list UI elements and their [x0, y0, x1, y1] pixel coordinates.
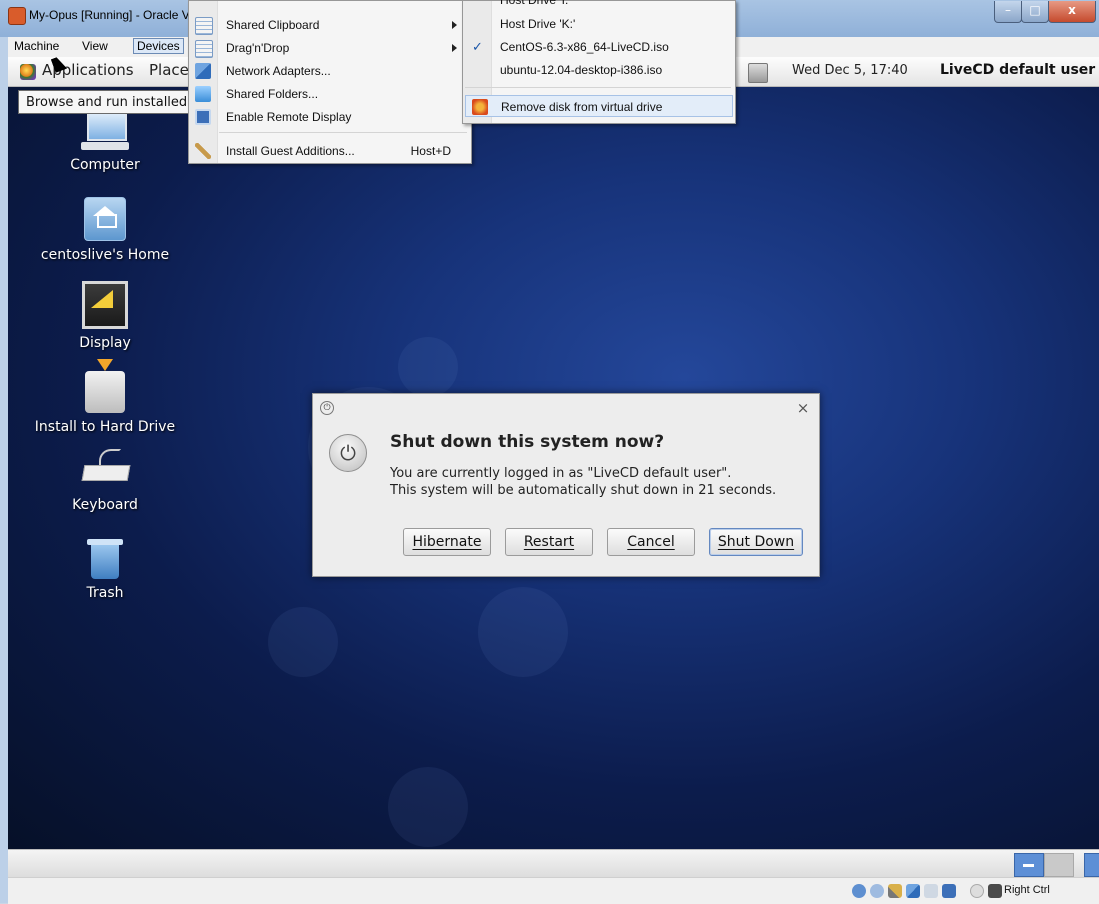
minimize-button[interactable]: –: [994, 1, 1022, 23]
menu-item-shortcut: Host+D: [410, 144, 451, 158]
menu-item-label: Host Drive 'K:': [500, 17, 576, 31]
display-status-icon[interactable]: [942, 884, 956, 898]
menu-separator: [465, 87, 731, 88]
menu-item-centos-iso[interactable]: ✓ CentOS-6.3-x86_64-LiveCD.iso: [463, 36, 735, 58]
wallpaper-bubble: [478, 587, 568, 677]
menu-item-label: Shared Folders...: [226, 87, 319, 101]
menu-item-shared-folders[interactable]: Shared Folders...: [189, 83, 471, 105]
host-key-label: Right Ctrl: [1004, 884, 1050, 896]
mouse-integration-icon[interactable]: [970, 884, 984, 898]
usb-icon[interactable]: [888, 884, 902, 898]
desktop-icon-install[interactable]: Install to Hard Drive: [20, 359, 190, 435]
keyboard-icon: [81, 449, 131, 491]
wallpaper-bubble: [398, 337, 458, 397]
network-icon[interactable]: [906, 884, 920, 898]
panel-clock[interactable]: Wed Dec 5, 17:40: [792, 63, 908, 78]
menu-item-label: Network Adapters...: [226, 64, 331, 78]
vbox-statusbar: Right Ctrl: [8, 877, 1099, 904]
gnome-foot-icon: [20, 64, 36, 80]
desktop-icon-label: Display: [79, 335, 131, 351]
cd-devices-submenu: Host Drive 'I:' Host Drive 'K:' ✓ CentOS…: [462, 0, 736, 124]
menu-item-host-drive-i[interactable]: Host Drive 'I:': [463, 0, 735, 11]
menu-item-network-adapters[interactable]: Network Adapters...: [189, 60, 471, 82]
menu-item-remote-display[interactable]: Enable Remote Display: [189, 106, 471, 128]
network-status-icon[interactable]: [748, 63, 768, 83]
desktop-icon-label: Install to Hard Drive: [34, 419, 176, 435]
dialog-close-button[interactable]: ×: [795, 400, 811, 416]
menu-item-label: ubuntu-12.04-desktop-i386.iso: [500, 63, 663, 77]
power-icon: ⏻: [329, 434, 367, 472]
dragdrop-icon: [195, 40, 213, 58]
dialog-message-line-2: This system will be automatically shut d…: [390, 483, 777, 498]
menu-item-label: CentOS-6.3-x86_64-LiveCD.iso: [500, 40, 669, 54]
desktop-icon-label: Computer: [70, 157, 140, 173]
places-menu[interactable]: Places: [149, 61, 189, 79]
optical-drive-icon[interactable]: [870, 884, 884, 898]
menu-machine[interactable]: Machine: [10, 38, 63, 54]
desktop-icon-label: Keyboard: [72, 497, 138, 513]
desktop-icon-label: Trash: [86, 585, 124, 601]
restart-button[interactable]: Restart: [505, 528, 593, 556]
devices-menu: Shared Clipboard Drag'n'Drop Network Ada…: [188, 0, 472, 164]
cancel-button[interactable]: Cancel: [607, 528, 695, 556]
window-frame-left: [0, 37, 8, 903]
desktop-icon-label: centoslive's Home: [40, 247, 170, 263]
panel-user-menu[interactable]: LiveCD default user: [940, 62, 1095, 78]
shutdown-dialog: ⏻ × ⏻ Shut down this system now? You are…: [312, 393, 820, 577]
hibernate-button[interactable]: Hibernate: [403, 528, 491, 556]
clipboard-icon: [195, 17, 213, 35]
wallpaper-bubble: [268, 607, 338, 677]
menu-item-label: Host Drive 'I:': [500, 0, 571, 7]
workspace-1[interactable]: [1014, 853, 1044, 877]
menu-item-label: Shared Clipboard: [226, 18, 320, 32]
host-key-arrow-icon: [988, 884, 1002, 898]
desktop-icon-keyboard[interactable]: Keyboard: [20, 449, 190, 513]
desktop-icon-trash[interactable]: Trash: [20, 537, 190, 601]
menu-devices[interactable]: Devices: [133, 38, 184, 54]
display-icon: [82, 281, 128, 329]
menu-view[interactable]: View: [78, 38, 112, 54]
submenu-arrow-icon: [452, 44, 457, 52]
window-title: My-Opus [Running] - Oracle VM VirtualBox: [29, 8, 189, 22]
workspace-2[interactable]: [1044, 853, 1074, 877]
menu-item-remove-disk[interactable]: Remove disk from virtual drive: [465, 95, 733, 117]
install-hdd-icon: [85, 359, 125, 413]
checkmark-icon: ✓: [472, 39, 483, 54]
hard-disk-icon[interactable]: [852, 884, 866, 898]
guest-additions-icon: [195, 143, 211, 159]
computer-icon: [81, 109, 129, 151]
desktop-icon-home[interactable]: centoslive's Home: [20, 197, 190, 263]
dialog-message-line-1: You are currently logged in as "LiveCD d…: [390, 466, 732, 481]
guest-bottom-panel: [8, 849, 1099, 878]
virtualbox-app-icon: [8, 7, 26, 25]
menu-item-label: Enable Remote Display: [226, 110, 352, 124]
desktop-icon-computer[interactable]: Computer: [20, 109, 190, 173]
menu-item-label: Drag'n'Drop: [226, 41, 290, 55]
menu-item-label: Remove disk from virtual drive: [501, 100, 663, 114]
show-desktop-button[interactable]: [1084, 853, 1099, 877]
shared-folders-status-icon[interactable]: [924, 884, 938, 898]
network-adapters-icon: [195, 63, 211, 79]
power-small-icon: ⏻: [320, 401, 334, 415]
menu-item-label: Install Guest Additions...: [226, 144, 355, 158]
desktop-icon-display[interactable]: Display: [20, 281, 190, 351]
menu-item-drag-n-drop[interactable]: Drag'n'Drop: [189, 37, 471, 59]
close-button[interactable]: x: [1048, 1, 1096, 23]
dialog-title: Shut down this system now?: [390, 432, 665, 452]
applications-tooltip: Browse and run installed applications: [18, 90, 202, 114]
maximize-button[interactable]: □: [1021, 1, 1049, 23]
eject-disk-icon: [472, 99, 488, 115]
trash-icon: [85, 537, 125, 579]
menu-separator: [219, 132, 467, 133]
wallpaper-bubble: [388, 767, 468, 847]
menu-item-shared-clipboard[interactable]: Shared Clipboard: [189, 14, 471, 36]
menu-item-host-drive-k[interactable]: Host Drive 'K:': [463, 13, 735, 35]
shut-down-button[interactable]: Shut Down: [709, 528, 803, 556]
shared-folders-icon: [195, 86, 211, 102]
menu-item-ubuntu-iso[interactable]: ubuntu-12.04-desktop-i386.iso: [463, 59, 735, 81]
remote-display-icon: [195, 109, 211, 125]
menu-item-install-guest-additions[interactable]: Install Guest Additions... Host+D: [189, 140, 471, 162]
submenu-arrow-icon: [452, 21, 457, 29]
home-folder-icon: [84, 197, 126, 241]
